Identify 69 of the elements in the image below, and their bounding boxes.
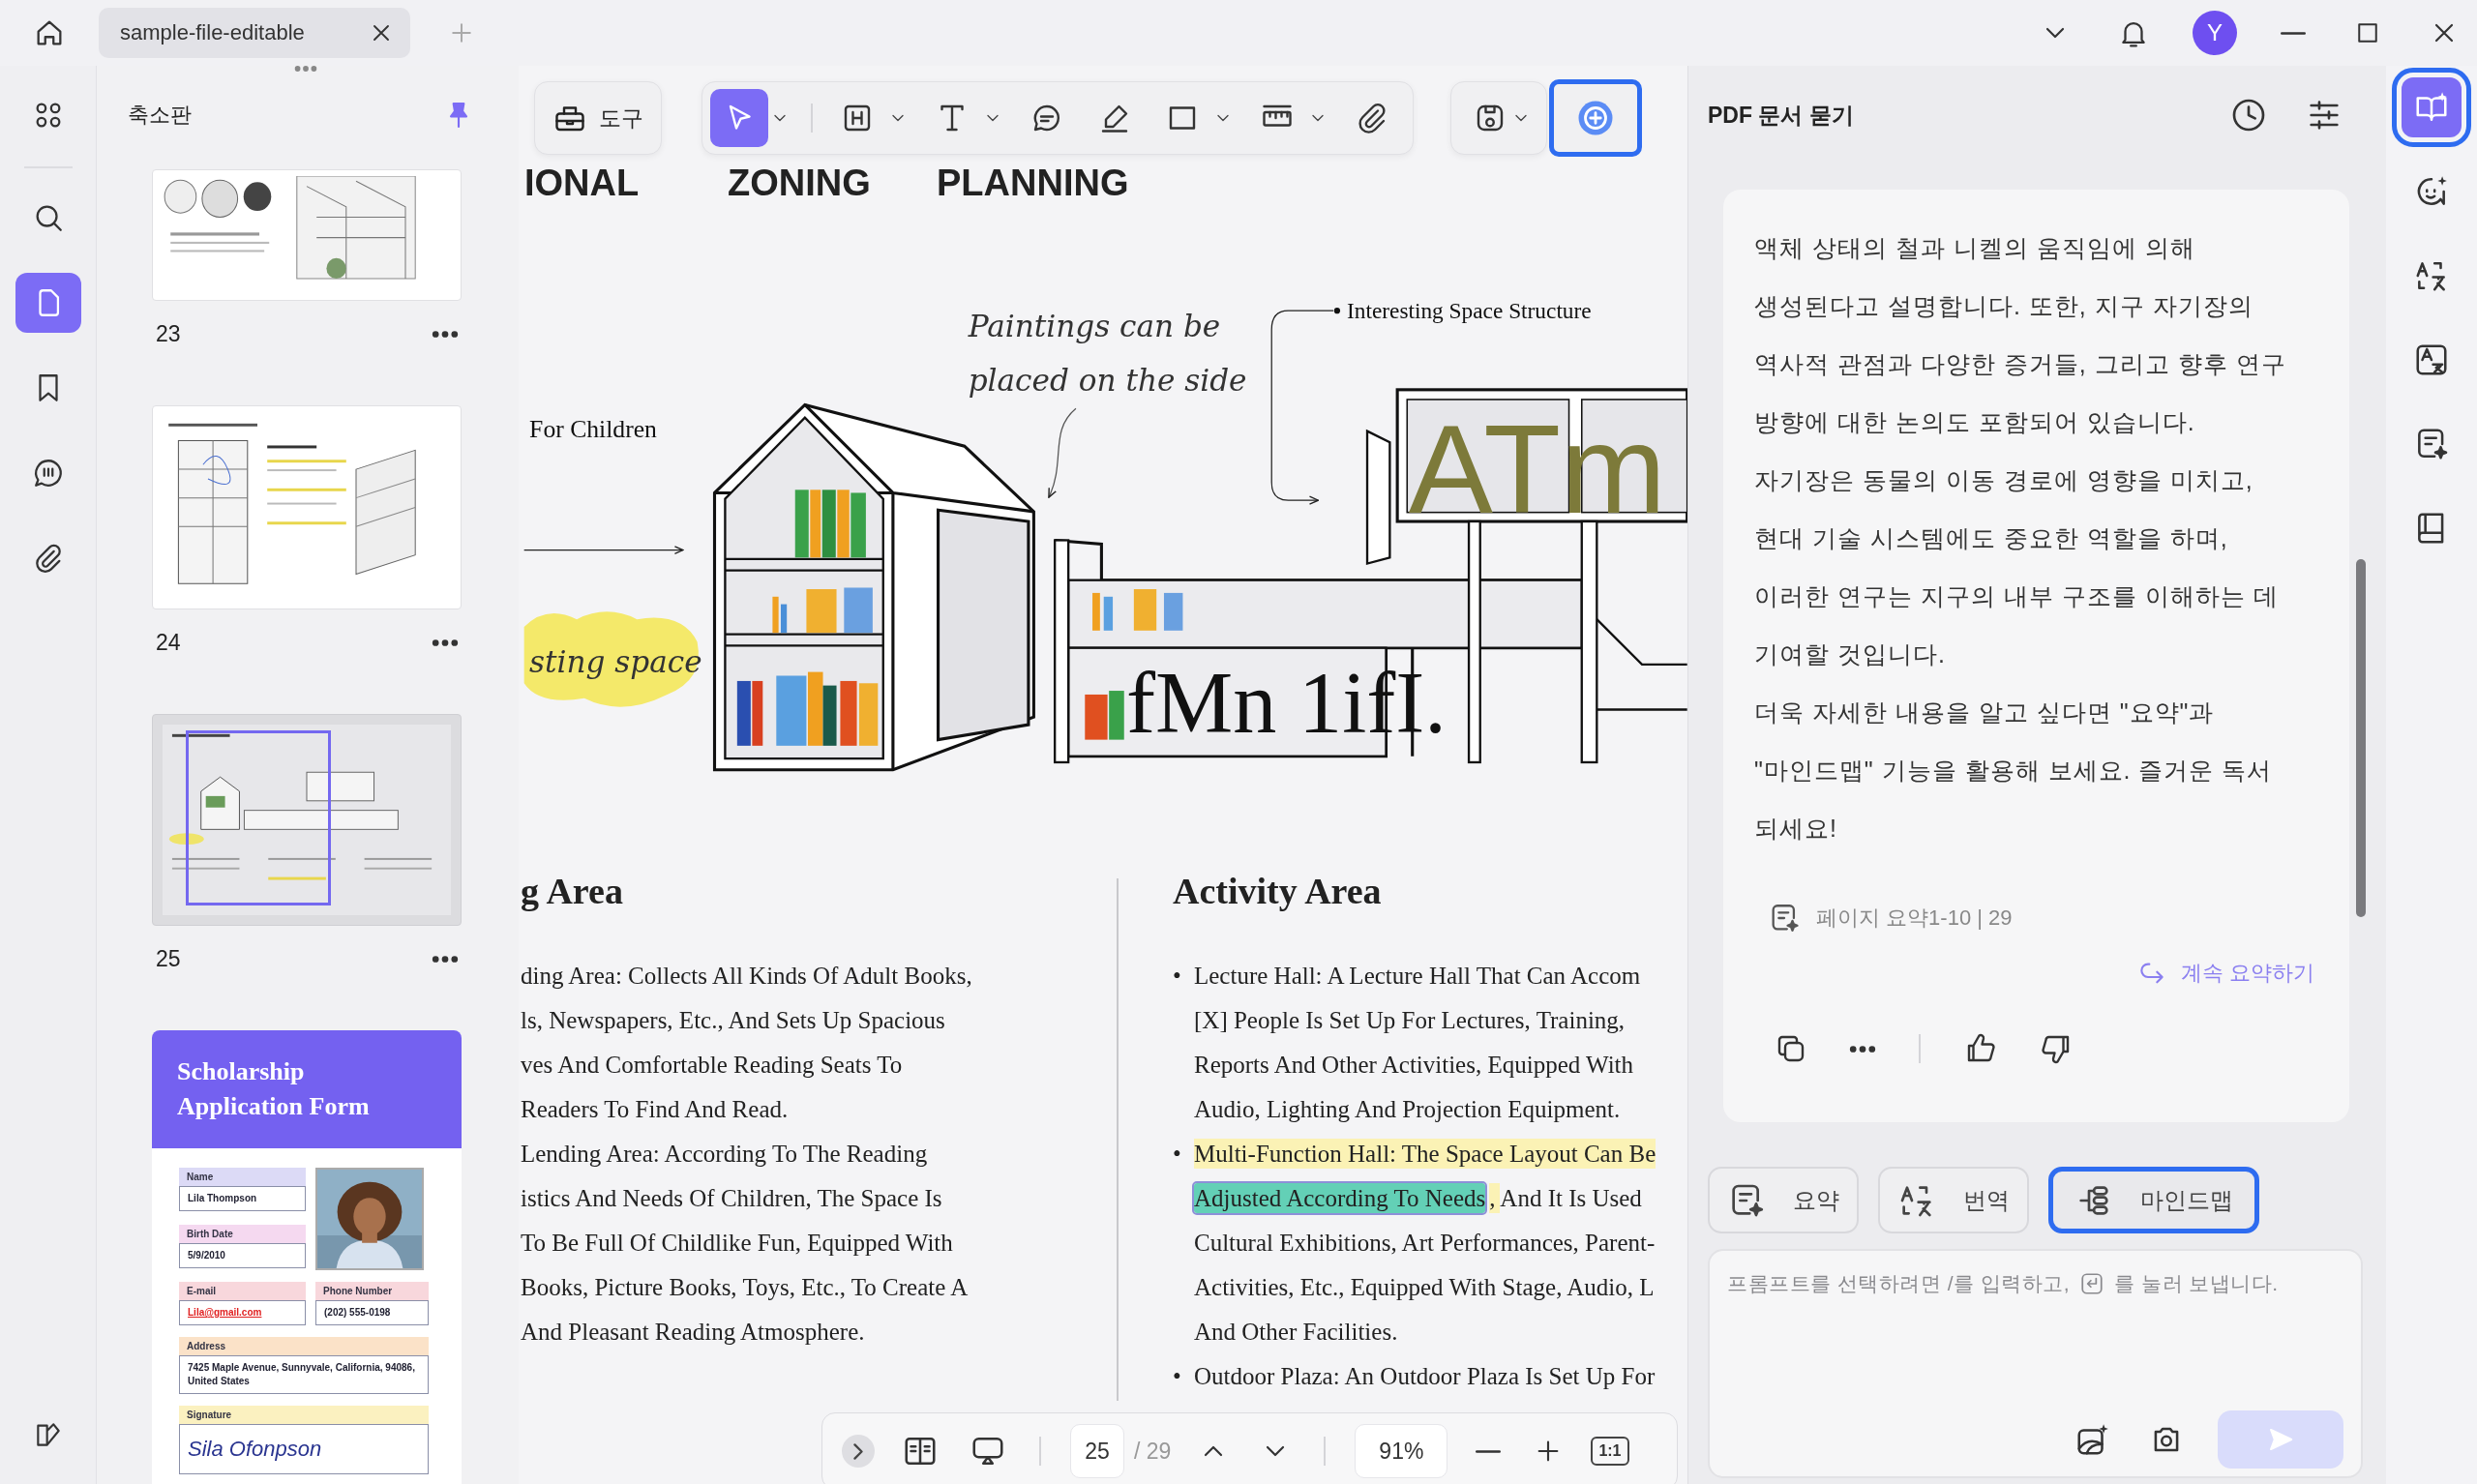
field-text: 7425 Maple Avenue, Sunnyvale, California, 94086, United States <box>188 1362 415 1386</box>
more-icon <box>432 638 459 646</box>
scrollbar[interactable] <box>2356 559 2366 917</box>
section-heading: Activity Area <box>1173 870 1383 913</box>
summary-button[interactable]: 요약 <box>1708 1167 1859 1233</box>
field-text: 5/9/2010 <box>188 1250 225 1261</box>
field-label: Address <box>179 1337 429 1355</box>
email-link[interactable]: Lila@gmail.com <box>188 1307 262 1318</box>
body-paragraph: ding Area: Collects All Kinds Of Adult Books, ls, Newspapers, Etc., And Sets Up Spacious ves And Comfortable Reading Seats To Readers To Find And Read. <box>521 962 973 1124</box>
page-field[interactable]: 25 <box>1070 1424 1124 1478</box>
viewport-frame[interactable] <box>186 730 331 905</box>
minus-icon <box>1475 1448 1503 1454</box>
signature: Sila Ofonpson <box>188 1437 322 1461</box>
bullet-text: Lecture Hall: A Lecture Hall That Can Accom [X] People Is Set Up For Lectures, Training, Reports And Other Activities, Equipped With Audio, Lighting And Projection Equipment. <box>1194 962 1641 1124</box>
page-thumbnail[interactable] <box>152 1030 462 1484</box>
answer-paragraph: 더욱 자세한 내용을 알고 싶다면 "요약"과 "마인드맵" 기능을 활용해 보세요. 즐거운 독서 되세요! <box>1754 697 2274 844</box>
cursor-tool-button[interactable] <box>710 89 768 147</box>
source-reference: 페이지 요약1-10 | 29 <box>1816 905 2013 932</box>
expand-button[interactable] <box>842 1435 875 1468</box>
actual-size-button[interactable]: 1:1 <box>1591 1437 1629 1466</box>
field-label: E-mail <box>179 1282 306 1300</box>
field-label: Birth Date <box>179 1225 306 1243</box>
drawing-label: For Children <box>529 414 657 443</box>
prompt-hint: 프롬프트를 선택하려면 /를 입력하고, <box>1727 1271 2071 1296</box>
prompt-hint: 를 눌러 보냅니다. <box>2114 1271 2279 1296</box>
field-label: Signature <box>179 1406 429 1424</box>
document-tab[interactable]: sample-file-editable <box>99 8 410 58</box>
zoom-field[interactable]: 91% <box>1355 1424 1448 1478</box>
translate-button[interactable]: 번역 <box>1878 1167 2029 1233</box>
section-label: ZONING <box>728 162 872 205</box>
handwritten-note: placed on the side <box>968 363 1247 399</box>
form-title: Scholarship Application Form <box>177 1056 371 1122</box>
page-thumbnail[interactable] <box>152 714 462 926</box>
page-total: / 29 <box>1134 1438 1172 1465</box>
page-button[interactable] <box>15 273 81 333</box>
callout-label: Interesting Space Structure <box>1347 297 1592 323</box>
page-number: 23 <box>156 320 181 347</box>
ai-assistant-button[interactable] <box>1549 79 1642 157</box>
bullet-mark: • <box>1173 1362 1182 1391</box>
bullet-mark: • <box>1173 962 1182 991</box>
more-icon <box>1849 1045 1876 1053</box>
answer-paragraph: 자기장은 동물의 이동 경로에 영향을 미치고, 현대 기술 시스템에도 중요한 역할을 하며, 이러한 연구는 지구의 내부 구조를 이해하는 데 기여할 것입니다. <box>1754 465 2280 669</box>
more-icon <box>432 955 459 963</box>
field-text: (202) 555-0198 <box>324 1307 391 1318</box>
bullet-text: Multi-Function Hall: The Space Layout Can Be Adjusted According To Needs , And It Is Used Cultural Exhibitions, Art Performances, Parent- Activities, Etc., Equipped With Stage, Audio, L And Other Facilities. <box>1194 1138 1656 1347</box>
bullet-mark: • <box>1173 1140 1182 1169</box>
mindmap-button[interactable]: 마인드맵 <box>2048 1167 2259 1233</box>
page-number: 25 <box>156 945 181 972</box>
field-text: Lila Thompson <box>188 1193 257 1203</box>
section-label: PLANNING <box>937 162 1130 205</box>
body-paragraph: Lending Area: According To The Reading istics And Needs Of Children, The Space Is To Be Full Of Childlike Fun, Equipped With Books, Picture Books, Toys, Etc., To Create A And Pleasant Reading Atmosphere. <box>521 1140 970 1347</box>
section-heading: g Area <box>521 870 624 913</box>
answer-paragraph: 액체 상태의 철과 니켈의 움직임에 의해 생성된다고 설명합니다. 또한, 지구 자기장의 역사적 관점과 다양한 증거들, 그리고 향후 연구 방향에 대한 논의도 포함되어 있습니다. <box>1754 233 2287 437</box>
handwritten-note: Paintings can be <box>968 309 1221 344</box>
minimize-icon <box>2280 30 2307 36</box>
panel-title: 축소판 <box>128 102 192 129</box>
chevron-right-icon <box>853 1442 863 1460</box>
field-label: Phone Number <box>315 1282 429 1300</box>
section-label: IONAL <box>524 162 641 205</box>
drag-handle-icon <box>294 66 317 72</box>
more-icon <box>432 330 459 338</box>
field-label: Name <box>179 1168 306 1186</box>
page-number: 24 <box>156 629 181 656</box>
avatar[interactable]: Y <box>2193 11 2237 55</box>
enter-key-icon <box>2079 1271 2105 1296</box>
text-translate-icon <box>2413 341 2450 378</box>
tools-button[interactable]: 도구 <box>547 100 649 136</box>
bullet-text: Outdoor Plaza: An Outdoor Plaza Is Set Up For <box>1194 1362 1656 1391</box>
panel-title: PDF 문서 묻기 <box>1708 101 1854 130</box>
